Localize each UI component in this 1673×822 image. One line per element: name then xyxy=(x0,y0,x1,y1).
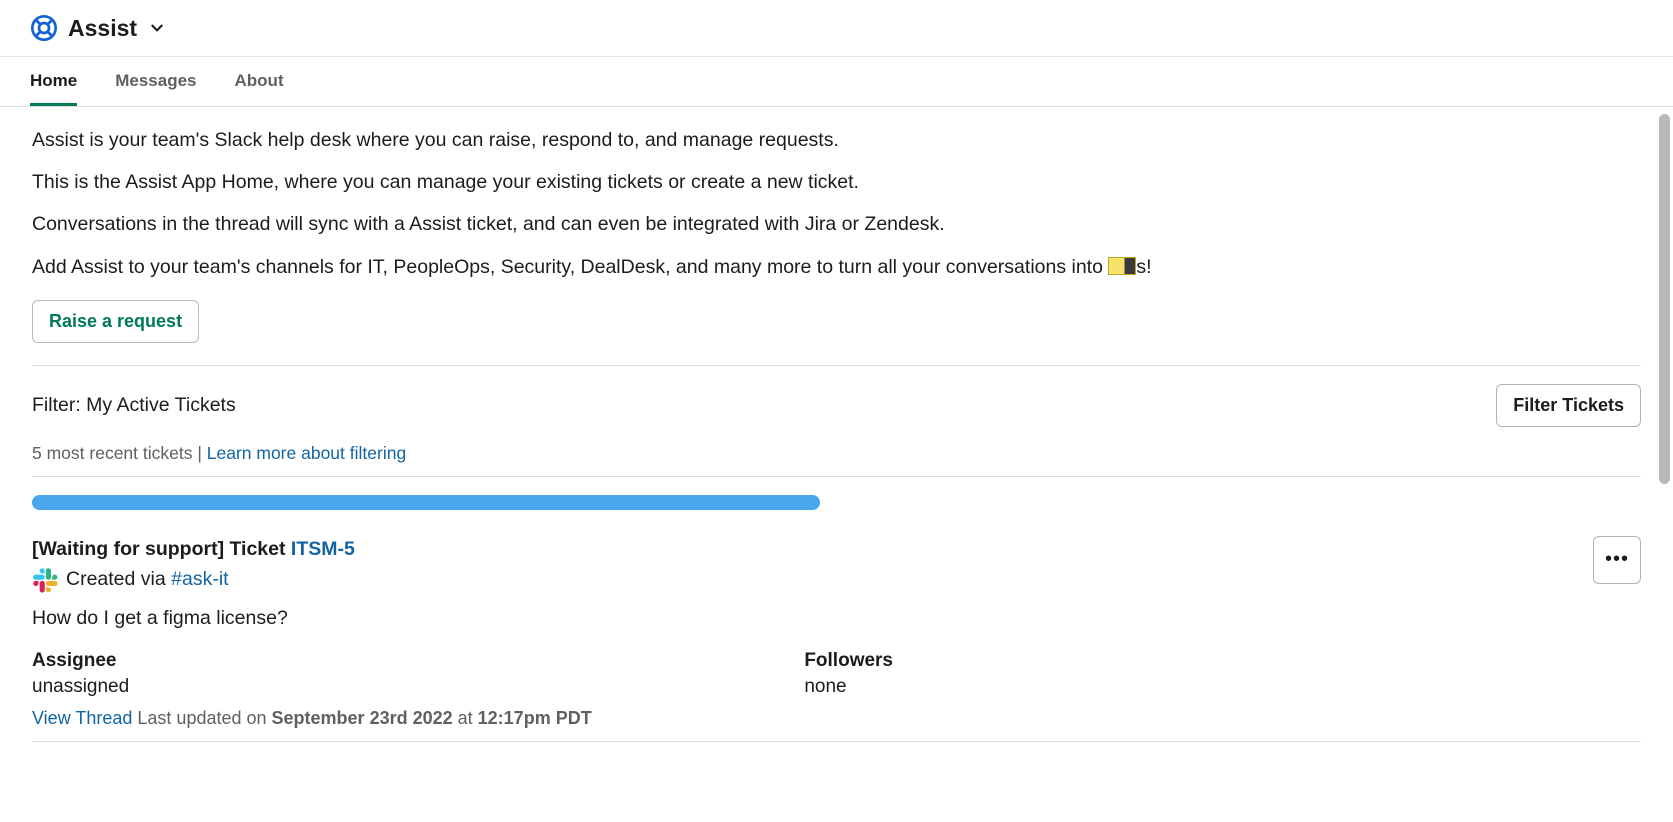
filter-label: Filter: My Active Tickets xyxy=(32,394,236,417)
assist-app-icon xyxy=(30,14,58,42)
divider xyxy=(32,365,1641,366)
ticket-card: ••• [Waiting for support] Ticket ITSM-5 xyxy=(32,538,1641,742)
learn-more-filtering-link[interactable]: Learn more about filtering xyxy=(207,443,406,463)
view-thread-link[interactable]: View Thread xyxy=(32,708,132,728)
raise-request-button[interactable]: Raise a request xyxy=(32,300,199,343)
followers-value: none xyxy=(804,676,1576,698)
ticket-updated-line: View Thread Last updated on September 23… xyxy=(32,708,1641,729)
app-header: Assist xyxy=(0,0,1673,56)
ticket-heading: [Waiting for support] Ticket ITSM-5 xyxy=(32,538,1641,561)
slack-icon xyxy=(32,567,58,593)
ticket-question: How do I get a figma license? xyxy=(32,607,1641,630)
assignee-label: Assignee xyxy=(32,650,804,672)
app-home-content: Assist is your team's Slack help desk wh… xyxy=(0,107,1673,782)
followers-label: Followers xyxy=(804,650,1576,672)
ticket-id-link[interactable]: ITSM-5 xyxy=(291,538,355,560)
image-loading-bar xyxy=(32,495,820,510)
app-title[interactable]: Assist xyxy=(68,15,137,42)
chevron-down-icon[interactable] xyxy=(149,20,165,36)
more-icon: ••• xyxy=(1605,548,1629,571)
tab-home[interactable]: Home xyxy=(30,57,77,106)
tab-bar: Home Messages About xyxy=(0,56,1673,107)
intro-line: Add Assist to your team's channels for I… xyxy=(32,252,1641,282)
ticket-channel-link[interactable]: #ask-it xyxy=(171,568,228,590)
tab-messages[interactable]: Messages xyxy=(115,57,196,106)
ticket-created-line: Created via #ask-it xyxy=(32,567,1641,593)
intro-text: Assist is your team's Slack help desk wh… xyxy=(32,125,1641,282)
scrollbar[interactable] xyxy=(1659,114,1670,484)
filter-row: Filter: My Active Tickets Filter Tickets xyxy=(32,384,1641,427)
intro-line: This is the Assist App Home, where you c… xyxy=(32,167,1641,197)
filter-tickets-button[interactable]: Filter Tickets xyxy=(1496,384,1641,427)
tab-about[interactable]: About xyxy=(235,57,284,106)
divider xyxy=(32,476,1641,477)
divider xyxy=(32,741,1641,742)
intro-line: Conversations in the thread will sync wi… xyxy=(32,209,1641,239)
ticket-emoji-icon xyxy=(1108,257,1136,275)
intro-line: Assist is your team's Slack help desk wh… xyxy=(32,125,1641,155)
ticket-overflow-button[interactable]: ••• xyxy=(1593,536,1641,584)
recent-tickets-line: 5 most recent tickets | Learn more about… xyxy=(32,443,1641,464)
ticket-meta: Assignee unassigned Followers none xyxy=(32,650,1641,698)
ticket-image-placeholder xyxy=(32,491,1641,510)
assignee-value: unassigned xyxy=(32,676,804,698)
